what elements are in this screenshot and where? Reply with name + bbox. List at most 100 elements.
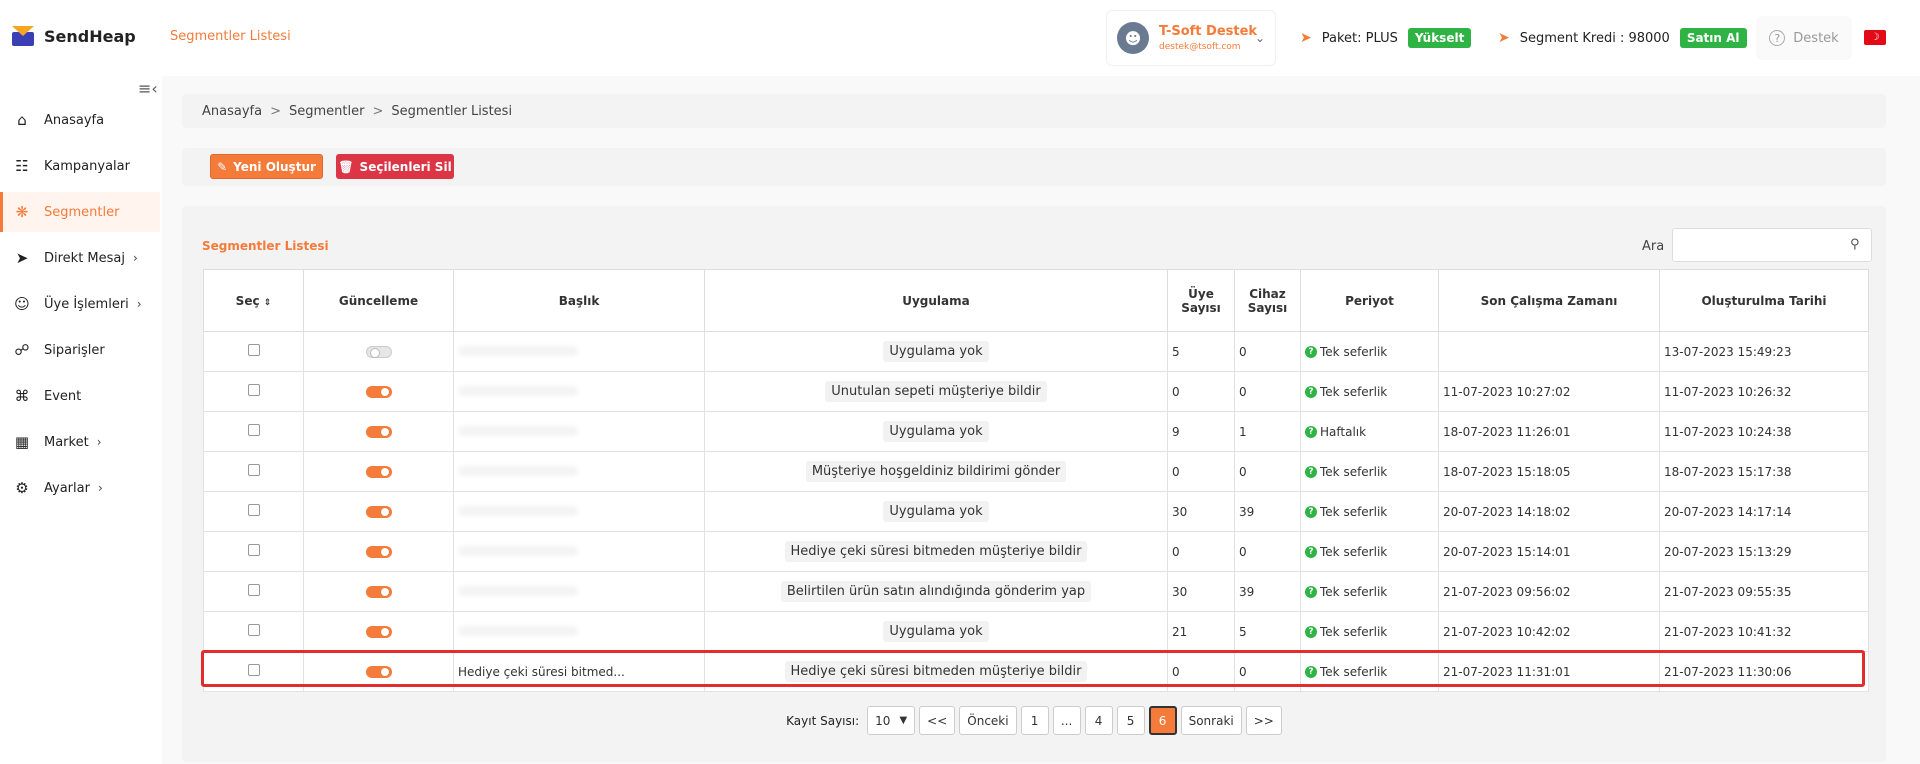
page-button-4[interactable]: 4 — [1084, 706, 1113, 735]
next-page-button[interactable]: Sonraki — [1180, 706, 1242, 735]
chevron-down-icon: ▼ — [899, 715, 908, 726]
app-tag: Hediye çeki süresi bitmeden müşteriye bi… — [784, 541, 1088, 562]
page-button-6[interactable]: 6 — [1148, 706, 1177, 735]
app-cell: Uygulama yok — [704, 611, 1168, 652]
user-menu[interactable]: ☻ T-Soft Destek destek@tsoft.com ⌄ — [1106, 10, 1276, 66]
row-checkbox[interactable] — [247, 344, 260, 356]
question-icon[interactable]: ? — [1305, 505, 1317, 518]
members-cell: 0 — [1167, 451, 1235, 492]
search-input[interactable] — [1672, 228, 1872, 262]
redacted-title — [458, 505, 578, 516]
page-size-select[interactable]: 10 ▼ — [867, 706, 916, 735]
update-toggle[interactable] — [365, 506, 392, 518]
breadcrumb-parent[interactable]: Segmentler — [289, 104, 364, 119]
row-checkbox[interactable] — [247, 504, 260, 516]
period-label: Tek seferlik — [1320, 504, 1388, 519]
last-page-button[interactable]: >> — [1245, 706, 1282, 735]
upgrade-button[interactable]: Yükselt — [1407, 28, 1472, 48]
update-toggle[interactable] — [365, 426, 392, 438]
period-label: Tek seferlik — [1320, 384, 1388, 399]
breadcrumb: Anasayfa > Segmentler > Segmentler Liste… — [182, 94, 1886, 128]
sidebar-item-label: Üye İşlemleri — [44, 296, 129, 312]
members-cell: 0 — [1167, 651, 1235, 692]
question-icon[interactable]: ? — [1305, 465, 1317, 478]
users-icon: ☺ — [14, 295, 30, 313]
chevron-right-icon: › — [136, 297, 142, 311]
question-icon[interactable]: ? — [1305, 545, 1317, 558]
devices-cell: 0 — [1234, 451, 1301, 492]
buy-credit-button[interactable]: Satın Al — [1679, 28, 1747, 48]
row-checkbox[interactable] — [247, 384, 260, 396]
title-cell — [453, 571, 705, 612]
select-cell — [203, 571, 304, 612]
table-row: Uygulama yok 9 1? Haftalık 18-07-2023 11:26:… — [203, 411, 1869, 452]
sidebar-item-anasayfa[interactable]: ⌂ Anasayfa — [0, 100, 160, 140]
update-toggle[interactable] — [365, 546, 392, 558]
app-tag: Uygulama yok — [883, 621, 989, 642]
row-checkbox[interactable] — [247, 624, 260, 636]
turkish-flag-icon[interactable]: ☽ — [1864, 30, 1886, 45]
update-toggle[interactable] — [365, 346, 392, 358]
sidebar-item-siparisler[interactable]: ☍ Siparişler — [0, 330, 160, 370]
update-toggle[interactable] — [365, 466, 392, 478]
column-header-devices: Cihaz Sayısı — [1234, 269, 1301, 332]
members-cell: 30 — [1167, 491, 1235, 532]
row-checkbox[interactable] — [247, 584, 260, 596]
redacted-title — [458, 545, 578, 556]
sort-icon[interactable]: ⇕ — [264, 298, 272, 308]
period-cell: ? Haftalık — [1300, 411, 1439, 452]
table-row: Müşteriye hoşgeldiniz bildirimi gönder 0 0… — [203, 451, 1869, 492]
app-cell: Uygulama yok — [704, 411, 1168, 452]
question-icon[interactable]: ? — [1305, 425, 1317, 438]
redacted-title — [458, 625, 578, 636]
update-toggle[interactable] — [365, 626, 392, 638]
table-row: Belirtilen ürün satın alındığında gönder… — [203, 571, 1869, 612]
sidebar-item-uye-islemleri[interactable]: ☺ Üye İşlemleri › — [0, 284, 160, 324]
app-tag: Uygulama yok — [883, 421, 989, 442]
chevron-down-icon[interactable]: ⌄ — [1255, 31, 1265, 45]
delete-selected-button[interactable]: 🗑 Seçilenleri Sil — [336, 154, 454, 179]
row-checkbox[interactable] — [247, 664, 260, 676]
page-button-1[interactable]: 1 — [1020, 706, 1049, 735]
page-ellipsis[interactable]: ... — [1052, 706, 1081, 735]
search-icon[interactable]: ⚲ — [1850, 237, 1860, 252]
created-cell: 11-07-2023 10:26:32 — [1659, 371, 1869, 412]
question-icon[interactable]: ? — [1305, 665, 1317, 678]
update-toggle[interactable] — [365, 666, 392, 678]
created-cell: 13-07-2023 15:49:23 — [1659, 331, 1869, 372]
column-header-select[interactable]: Seç ⇕ — [203, 269, 304, 332]
row-checkbox[interactable] — [247, 424, 260, 436]
sidebar-item-ayarlar[interactable]: ⚙ Ayarlar › — [0, 468, 160, 508]
members-cell: 9 — [1167, 411, 1235, 452]
question-icon[interactable]: ? — [1305, 385, 1317, 398]
create-button[interactable]: ✎ Yeni Oluştur — [210, 154, 323, 179]
sidebar-item-event[interactable]: ⌘ Event — [0, 376, 160, 416]
last-run-cell: 11-07-2023 10:27:02 — [1438, 371, 1660, 412]
rocket-icon: ➤ — [1498, 30, 1510, 46]
brand-logo[interactable]: SendHeap — [12, 26, 136, 46]
app-cell: Unutulan sepeti müşteriye bildir — [704, 371, 1168, 412]
last-run-cell: 18-07-2023 15:18:05 — [1438, 451, 1660, 492]
sidebar-item-direkt-mesaj[interactable]: ➤ Direkt Mesaj › — [0, 238, 160, 278]
row-checkbox[interactable] — [247, 544, 260, 556]
update-cell — [303, 651, 454, 692]
breadcrumb-home[interactable]: Anasayfa — [202, 104, 262, 119]
question-icon[interactable]: ? — [1305, 585, 1317, 598]
help-button[interactable]: ? Destek — [1756, 16, 1852, 60]
question-icon[interactable]: ? — [1305, 625, 1317, 638]
sidebar-item-kampanyalar[interactable]: ☷ Kampanyalar — [0, 146, 160, 186]
devices-cell: 0 — [1234, 371, 1301, 412]
collapse-sidebar-icon[interactable]: ≡‹ — [138, 79, 158, 98]
send-icon: ➤ — [15, 249, 29, 267]
page-button-5[interactable]: 5 — [1116, 706, 1145, 735]
question-icon[interactable]: ? — [1305, 345, 1317, 358]
previous-page-button[interactable]: Önceki — [959, 706, 1017, 735]
period-label: Haftalık — [1320, 424, 1367, 439]
sidebar-item-market[interactable]: ▦ Market › — [0, 422, 160, 462]
row-checkbox[interactable] — [247, 464, 260, 476]
sidebar-item-segmentler[interactable]: ❋ Segmentler — [0, 192, 160, 232]
first-page-button[interactable]: << — [919, 706, 956, 735]
update-toggle[interactable] — [365, 586, 392, 598]
last-run-cell — [1438, 331, 1660, 372]
update-toggle[interactable] — [365, 386, 392, 398]
